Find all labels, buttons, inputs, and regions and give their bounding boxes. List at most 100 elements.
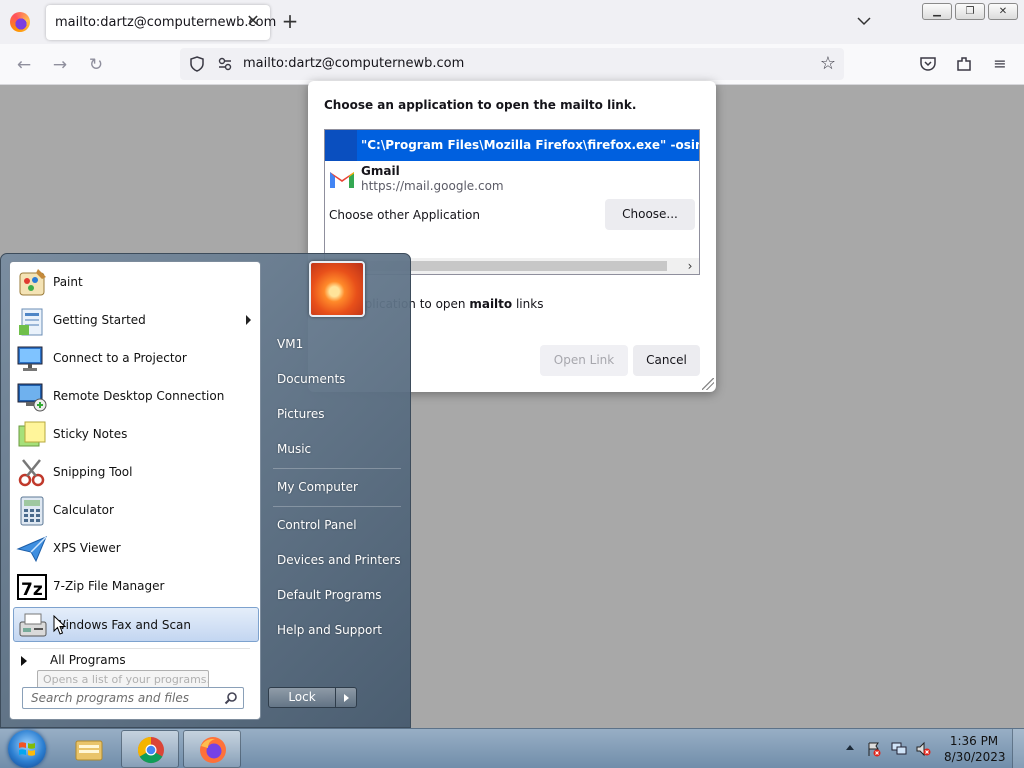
- paint-icon: [19, 269, 46, 296]
- clock-time[interactable]: 1:36 PM: [944, 734, 1004, 748]
- program-xps-viewer[interactable]: XPS Viewer: [13, 531, 259, 566]
- firefox-logo-icon[interactable]: [10, 12, 30, 32]
- search-icon[interactable]: [224, 691, 238, 705]
- program-remote-desktop[interactable]: Remote Desktop Connection: [13, 379, 259, 414]
- program-calculator[interactable]: Calculator: [13, 493, 259, 528]
- url-text: mailto:dartz@computernewb.com: [243, 56, 465, 71]
- volume-muted-icon[interactable]: [915, 741, 931, 757]
- program-snipping-tool[interactable]: Snipping Tool: [13, 455, 259, 490]
- tracking-shield-icon[interactable]: [188, 55, 206, 73]
- taskbar-firefox[interactable]: [183, 730, 241, 768]
- remote-desktop-icon: [17, 383, 47, 412]
- close-window-icon[interactable]: ✕: [988, 3, 1018, 20]
- program-label: Connect to a Projector: [53, 351, 187, 365]
- start-right-item-music[interactable]: Music: [269, 434, 403, 464]
- network-icon[interactable]: [891, 741, 907, 757]
- start-right-item-devices-and-printers[interactable]: Devices and Printers: [269, 545, 403, 575]
- gmail-name: Gmail: [361, 164, 400, 178]
- program-projector[interactable]: Connect to a Projector: [13, 341, 259, 376]
- submenu-arrow-icon[interactable]: [246, 315, 251, 325]
- program-getting-started[interactable]: Getting Started: [13, 303, 259, 338]
- all-programs-arrow-icon[interactable]: [21, 656, 27, 666]
- program-7zip[interactable]: 7z 7-Zip File Manager: [13, 569, 259, 604]
- taskbar-chrome[interactable]: [121, 730, 179, 768]
- start-menu-programs-pane: Paint Getting Started Connect to a Project…: [9, 261, 261, 720]
- program-fax-scan[interactable]: Windows Fax and Scan: [13, 607, 259, 642]
- calculator-icon: [20, 496, 44, 526]
- sticky-notes-icon: [18, 421, 46, 447]
- forward-icon[interactable]: →: [50, 55, 70, 75]
- start-right-item-my-computer[interactable]: My Computer: [269, 472, 403, 502]
- cancel-button[interactable]: Cancel: [633, 345, 700, 376]
- start-search-input[interactable]: [23, 688, 213, 708]
- start-right-item-pictures[interactable]: Pictures: [269, 399, 403, 429]
- show-hidden-icons-icon[interactable]: [846, 745, 854, 750]
- choose-other-row: Choose other Application Choose...: [325, 197, 699, 233]
- gmail-url: https://mail.google.com: [361, 179, 504, 193]
- app-row-gmail[interactable]: Gmail https://mail.google.com: [325, 161, 699, 197]
- start-menu: Paint Getting Started Connect to a Project…: [0, 253, 411, 728]
- program-label: 7-Zip File Manager: [53, 579, 165, 593]
- back-icon[interactable]: ←: [14, 55, 34, 75]
- start-right-item-default-programs[interactable]: Default Programs: [269, 580, 403, 610]
- mouse-cursor-icon: [53, 615, 67, 635]
- chrome-icon: [137, 736, 164, 764]
- program-sticky-notes[interactable]: Sticky Notes: [13, 417, 259, 452]
- shutdown-options-arrow-icon[interactable]: [336, 687, 357, 708]
- firefox-icon: [200, 737, 226, 763]
- program-label: Sticky Notes: [53, 427, 128, 441]
- minimize-icon[interactable]: ▁: [922, 3, 952, 20]
- reload-icon[interactable]: ↻: [86, 55, 106, 75]
- choose-button[interactable]: Choose...: [605, 199, 695, 230]
- tab-close-icon[interactable]: ✕: [244, 12, 262, 30]
- gmail-icon: [330, 172, 354, 188]
- taskbar-explorer[interactable]: [60, 730, 118, 768]
- start-button[interactable]: [8, 730, 46, 768]
- all-programs-link[interactable]: All Programs: [50, 653, 126, 667]
- windows-logo-icon: [19, 742, 35, 756]
- app-row-firefox[interactable]: "C:\Program Files\Mozilla Firefox\firefo…: [325, 130, 699, 161]
- svg-text:7z: 7z: [21, 580, 43, 600]
- program-label: Windows Fax and Scan: [54, 618, 192, 632]
- start-right-item-documents[interactable]: Documents: [269, 364, 403, 394]
- menu-hamburger-icon[interactable]: ≡: [990, 54, 1010, 74]
- file-explorer-icon: [75, 740, 103, 761]
- new-tab-icon[interactable]: +: [280, 11, 300, 31]
- app-blank-icon: [325, 130, 357, 161]
- scroll-right-icon[interactable]: ›: [683, 258, 697, 274]
- remember-suffix: links: [512, 297, 544, 311]
- pocket-icon[interactable]: [918, 54, 938, 74]
- start-right-item-vm1[interactable]: VM1: [269, 329, 403, 359]
- resize-grip-icon[interactable]: [702, 378, 714, 390]
- browser-tab[interactable]: mailto:dartz@computernewb.com ✕: [46, 5, 276, 40]
- program-label: XPS Viewer: [53, 541, 121, 555]
- show-desktop-button[interactable]: [1012, 729, 1024, 768]
- restore-icon[interactable]: ❐: [955, 3, 985, 20]
- xps-viewer-icon: [16, 536, 47, 563]
- start-right-divider: [273, 506, 401, 507]
- program-label: Getting Started: [53, 313, 146, 327]
- extensions-icon[interactable]: [954, 54, 974, 74]
- programs-divider: [20, 648, 250, 649]
- permissions-icon[interactable]: [216, 55, 234, 73]
- start-search-box[interactable]: [22, 687, 244, 709]
- program-label: Paint: [53, 275, 83, 289]
- user-picture-avatar[interactable]: [309, 261, 365, 317]
- program-label: Snipping Tool: [53, 465, 133, 479]
- start-right-item-control-panel[interactable]: Control Panel: [269, 510, 403, 540]
- program-paint[interactable]: Paint: [13, 265, 259, 300]
- remember-protocol: mailto: [469, 297, 513, 311]
- window-controls: ▁ ❐ ✕: [922, 3, 1018, 20]
- bookmark-star-icon[interactable]: ☆: [820, 53, 836, 74]
- start-right-item-help-and-support[interactable]: Help and Support: [269, 615, 403, 645]
- 7zip-icon: 7z: [17, 574, 47, 600]
- url-bar[interactable]: mailto:dartz@computernewb.com ☆: [180, 48, 844, 80]
- clock-date[interactable]: 8/30/2023: [944, 750, 1006, 764]
- open-link-button[interactable]: Open Link: [540, 345, 628, 376]
- list-all-tabs-icon[interactable]: [855, 13, 873, 29]
- action-center-flag-icon[interactable]: [866, 741, 882, 757]
- program-label: Calculator: [53, 503, 114, 517]
- lock-button[interactable]: Lock: [268, 687, 336, 708]
- navigation-toolbar: ← → ↻ mailto:dartz@computernewb.com ☆ ≡: [0, 44, 1024, 85]
- program-label: Remote Desktop Connection: [53, 389, 225, 403]
